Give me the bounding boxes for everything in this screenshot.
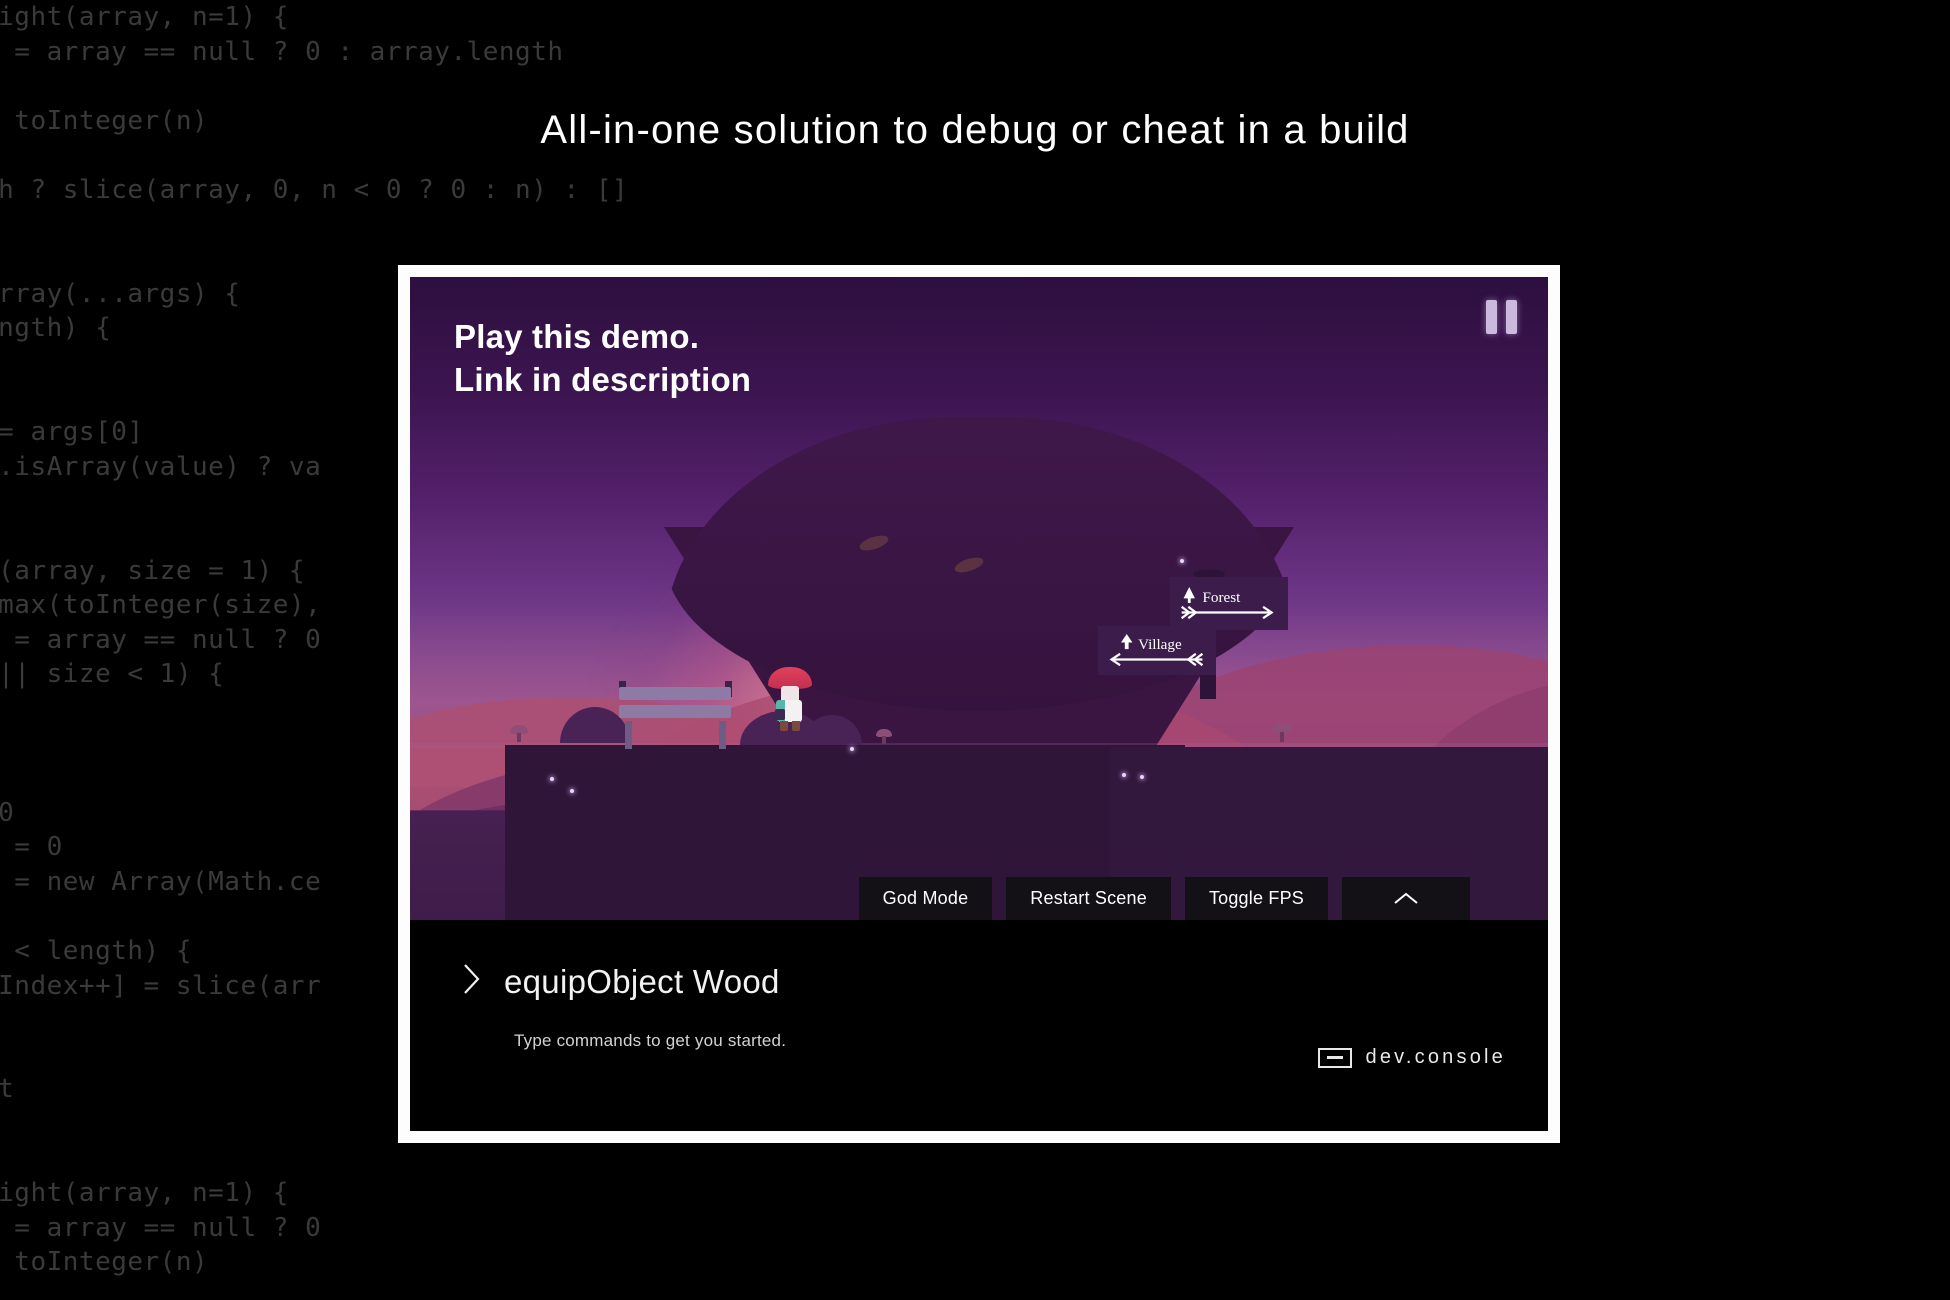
forest-sign-graphic: Forest [1180, 586, 1274, 619]
code-line: Right(array, n=1) { [0, 2, 289, 32]
signpost-village-label: Village [1138, 637, 1182, 653]
signpost-forest[interactable]: Forest [1170, 577, 1288, 630]
character-leg [792, 721, 800, 731]
demo-frame: Forest Village Play this demo. Link in d… [398, 265, 1560, 1143]
chevron-up-glyph [1394, 892, 1418, 904]
console-input-row[interactable]: equipObject Wood [462, 962, 1548, 1001]
overlay-title-line-2: Link in description [454, 361, 752, 398]
dev-console-brand-label: dev.console [1365, 1046, 1506, 1068]
signpost-forest-label: Forest [1203, 590, 1242, 606]
chevron-right-icon [462, 962, 482, 1001]
firefly [850, 747, 854, 751]
game-viewport[interactable]: Forest Village Play this demo. Link in d… [410, 277, 1548, 920]
mini-mushroom [1272, 723, 1292, 743]
code-line: Right(array, n=1) { [0, 1178, 289, 1209]
mushroom-spot [952, 554, 986, 576]
page-headline: All-in-one solution to debug or cheat in… [540, 108, 1410, 152]
dev-console-panel[interactable]: equipObject Wood Type commands to get yo… [410, 920, 1548, 1131]
god-mode-button[interactable]: God Mode [858, 877, 993, 920]
bench-leg [719, 721, 726, 749]
demo-overlay-title: Play this demo. Link in description [454, 315, 751, 401]
dev-console-logo-icon [1317, 1047, 1352, 1068]
code-line: - toInteger(n) [0, 1247, 209, 1278]
tree-icon [1183, 586, 1195, 598]
debug-toolbar: God Mode Restart Scene Toggle FPS [410, 877, 1548, 920]
park-bench [615, 681, 735, 749]
pause-bar [1505, 300, 1517, 334]
firefly [570, 789, 574, 793]
firefly [1140, 775, 1144, 779]
village-sign-graphic: Village [1109, 633, 1204, 666]
character-bag [775, 709, 785, 720]
restart-scene-button[interactable]: Restart Scene [1006, 877, 1171, 920]
mini-mushroom [510, 725, 528, 743]
pause-icon[interactable] [1484, 299, 1518, 335]
code-line: h = array == null ? 0 : array.length [0, 36, 564, 67]
mushroom-spot [857, 532, 891, 554]
bench-slat [619, 705, 731, 718]
house-icon [1121, 633, 1133, 642]
bench-slat [619, 687, 731, 700]
overlay-title-line-1: Play this demo. [454, 318, 700, 355]
character-leg [780, 721, 788, 731]
firefly [550, 777, 554, 781]
player-character[interactable] [768, 667, 812, 731]
bench-leg [625, 721, 632, 749]
firefly [1122, 773, 1126, 777]
code-line: h = array == null ? 0 [0, 1212, 322, 1243]
toggle-fps-button[interactable]: Toggle FPS [1184, 877, 1328, 920]
app-window: Forest Village Play this demo. Link in d… [410, 277, 1548, 1131]
signpost-village[interactable]: Village [1098, 626, 1216, 675]
dev-console-brand: dev.console [1317, 1046, 1506, 1069]
mini-mushroom [876, 729, 892, 745]
pause-bar [1485, 300, 1497, 334]
code-line: th ? slice(array, 0, n < 0 ? 0 : n) : [] [0, 174, 629, 205]
console-command-input[interactable]: equipObject Wood [504, 963, 780, 1001]
chevron-up-icon[interactable] [1342, 877, 1470, 920]
chevron-right-glyph [464, 964, 480, 994]
